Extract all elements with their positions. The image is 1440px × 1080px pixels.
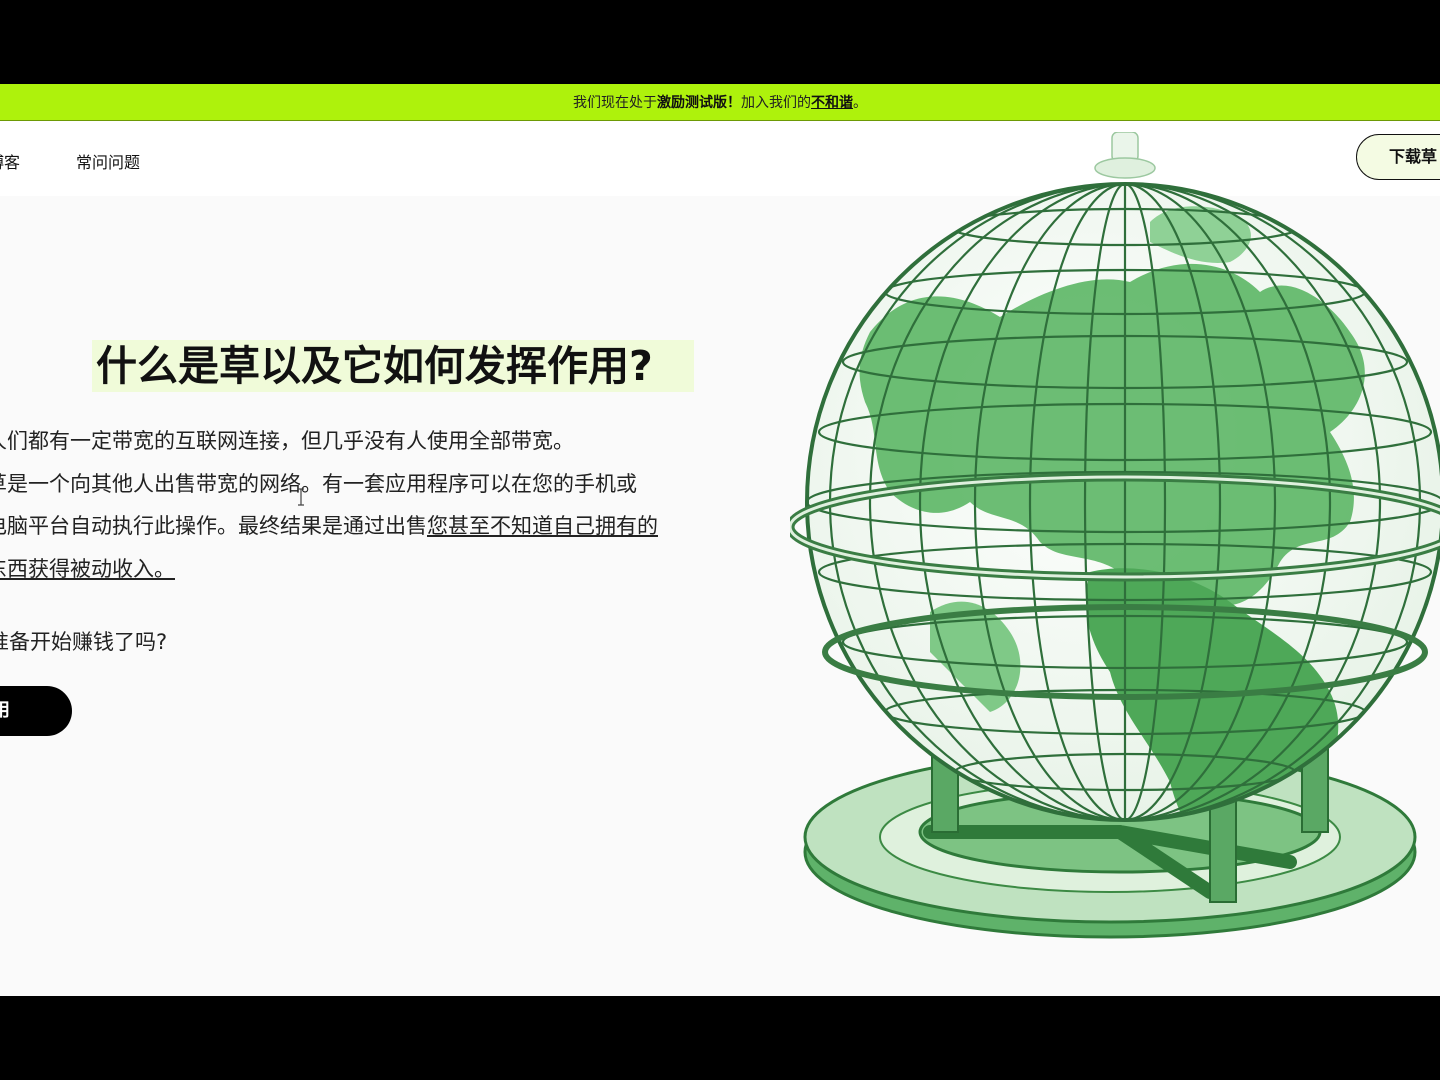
description-line-3: 电脑平台自动执行此操作。最终结果是通过出售您甚至不知道自己拥有的 (0, 505, 686, 548)
banner-highlight: 激励测试版！ (657, 95, 741, 111)
cta-question: 准备开始赚钱了吗? (0, 630, 168, 654)
description-line-2: 草是一个向其他人出售带宽的网络。有一套应用程序可以在您的手机或 (0, 471, 637, 496)
start-using-button[interactable]: 立即使用 (0, 686, 72, 736)
banner-suffix: 。 (853, 95, 867, 111)
screen: 我们现在处于 激励测试版！ 加入我们的 不和谐 。 博客 常问问题 下载草 什么… (0, 0, 1440, 1080)
nav-link-blog[interactable]: 博客 (0, 149, 20, 173)
nav-link-faq[interactable]: 常问问题 (76, 149, 140, 173)
description-line-1: 人们都有一定带宽的互联网连接，但几乎没有人使用全部带宽。 (0, 429, 574, 453)
description-line-3-text: 电脑平台自动执行此操作。最终结果是通过出售 (0, 514, 427, 538)
web-page: 我们现在处于 激励测试版！ 加入我们的 不和谐 。 博客 常问问题 下载草 什么… (0, 84, 1440, 996)
discord-link[interactable]: 不和谐 (811, 92, 853, 112)
globe-illustration (790, 132, 1440, 939)
banner-middle: 加入我们的 (741, 95, 811, 111)
description-line-4: 东西获得被动收入。 (0, 548, 686, 591)
passive-income-link-continued[interactable]: 东西获得被动收入。 (0, 557, 175, 581)
text-cursor-icon (298, 488, 304, 506)
banner-prefix: 我们现在处于 (573, 95, 657, 111)
hero-description: 人们都有一定带宽的互联网连接，但几乎没有人使用全部带宽。 草是一个向其他人出售带… (0, 420, 686, 590)
announcement-banner: 我们现在处于 激励测试版！ 加入我们的 不和谐 。 (0, 84, 1440, 121)
hero-title: 什么是草以及它如何发挥作用? (92, 340, 694, 392)
passive-income-link[interactable]: 您甚至不知道自己拥有的 (427, 514, 658, 538)
